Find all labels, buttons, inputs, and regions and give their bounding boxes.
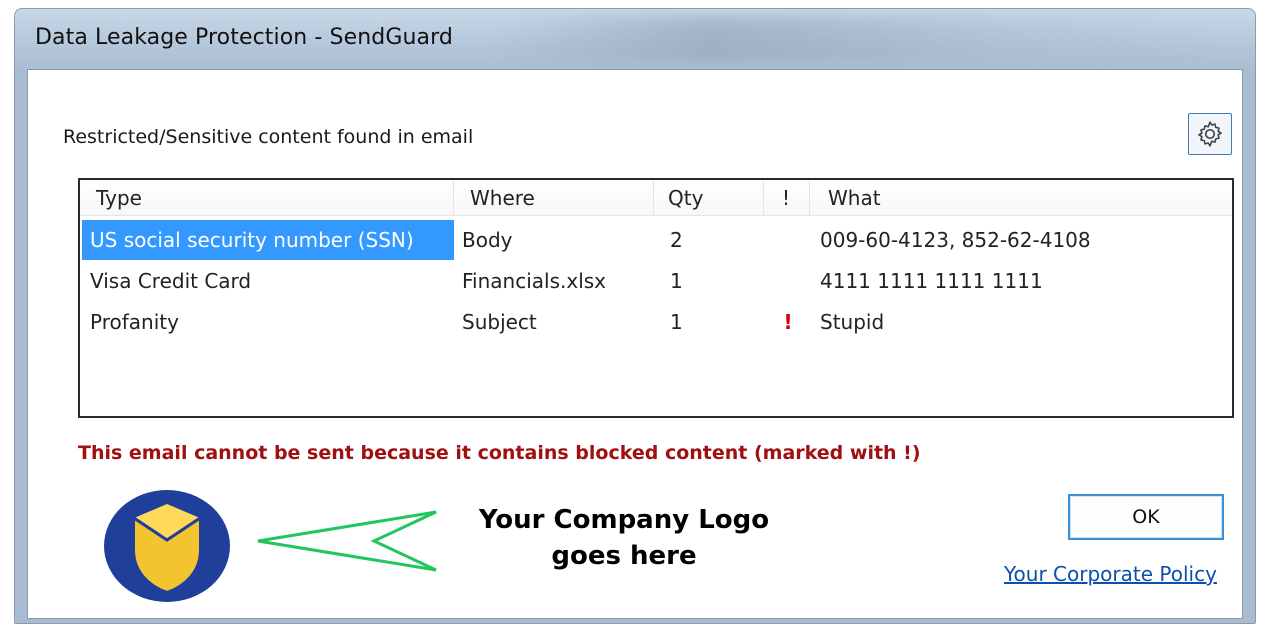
cell-qty: 1 <box>670 269 683 293</box>
settings-button[interactable] <box>1188 113 1232 155</box>
table-header: Type Where Qty ! What <box>80 180 1232 216</box>
cell-where: Financials.xlsx <box>462 269 607 293</box>
cell-where: Body <box>462 228 513 252</box>
dialog-headline: Restricted/Sensitive content found in em… <box>63 126 474 148</box>
company-logo-shield-icon <box>104 490 230 602</box>
column-header-type[interactable]: Type <box>80 180 454 216</box>
cell-type: Visa Credit Card <box>90 269 252 293</box>
findings-table[interactable]: Type Where Qty ! What US social security… <box>78 178 1234 418</box>
column-header-what[interactable]: What <box>810 180 1234 216</box>
window-title: Data Leakage Protection - SendGuard <box>35 25 453 50</box>
arrow-left-icon <box>257 510 437 572</box>
cell-type: US social security number (SSN) <box>82 220 454 260</box>
ok-button[interactable]: OK <box>1068 494 1224 540</box>
cell-blocked <box>766 261 810 301</box>
column-header-qty[interactable]: Qty <box>654 180 764 216</box>
cell-qty: 1 <box>670 310 683 334</box>
logo-placeholder-caption: Your Company Logo goes here <box>438 502 810 574</box>
cell-blocked <box>766 220 810 260</box>
cell-qty: 2 <box>670 228 683 252</box>
title-bar[interactable]: Data Leakage Protection - SendGuard <box>15 9 1255 71</box>
table-row[interactable]: Profanity Subject 1 ! Stupid <box>80 302 1232 342</box>
column-header-where[interactable]: Where <box>454 180 654 216</box>
gear-icon <box>1198 121 1222 147</box>
cell-type: Profanity <box>90 310 179 334</box>
table-row[interactable]: US social security number (SSN) Body 2 0… <box>80 220 1232 260</box>
cell-where: Subject <box>462 310 537 334</box>
dialog-window: Data Leakage Protection - SendGuard Rest… <box>14 8 1256 624</box>
cell-what: Stupid <box>820 310 885 334</box>
logo-caption-line: goes here <box>551 541 697 571</box>
cell-what: 009-60-4123, 852-62-4108 <box>820 228 1091 252</box>
dialog-body: Restricted/Sensitive content found in em… <box>27 69 1243 619</box>
blocked-warning: This email cannot be sent because it con… <box>78 442 921 464</box>
column-header-blocked[interactable]: ! <box>764 180 810 216</box>
table-row[interactable]: Visa Credit Card Financials.xlsx 1 4111 … <box>80 261 1232 301</box>
cell-what: 4111 1111 1111 1111 <box>820 269 1043 293</box>
blocked-marker: ! <box>783 310 793 334</box>
logo-caption-line: Your Company Logo <box>478 505 770 535</box>
corporate-policy-link[interactable]: Your Corporate Policy <box>1004 562 1217 586</box>
